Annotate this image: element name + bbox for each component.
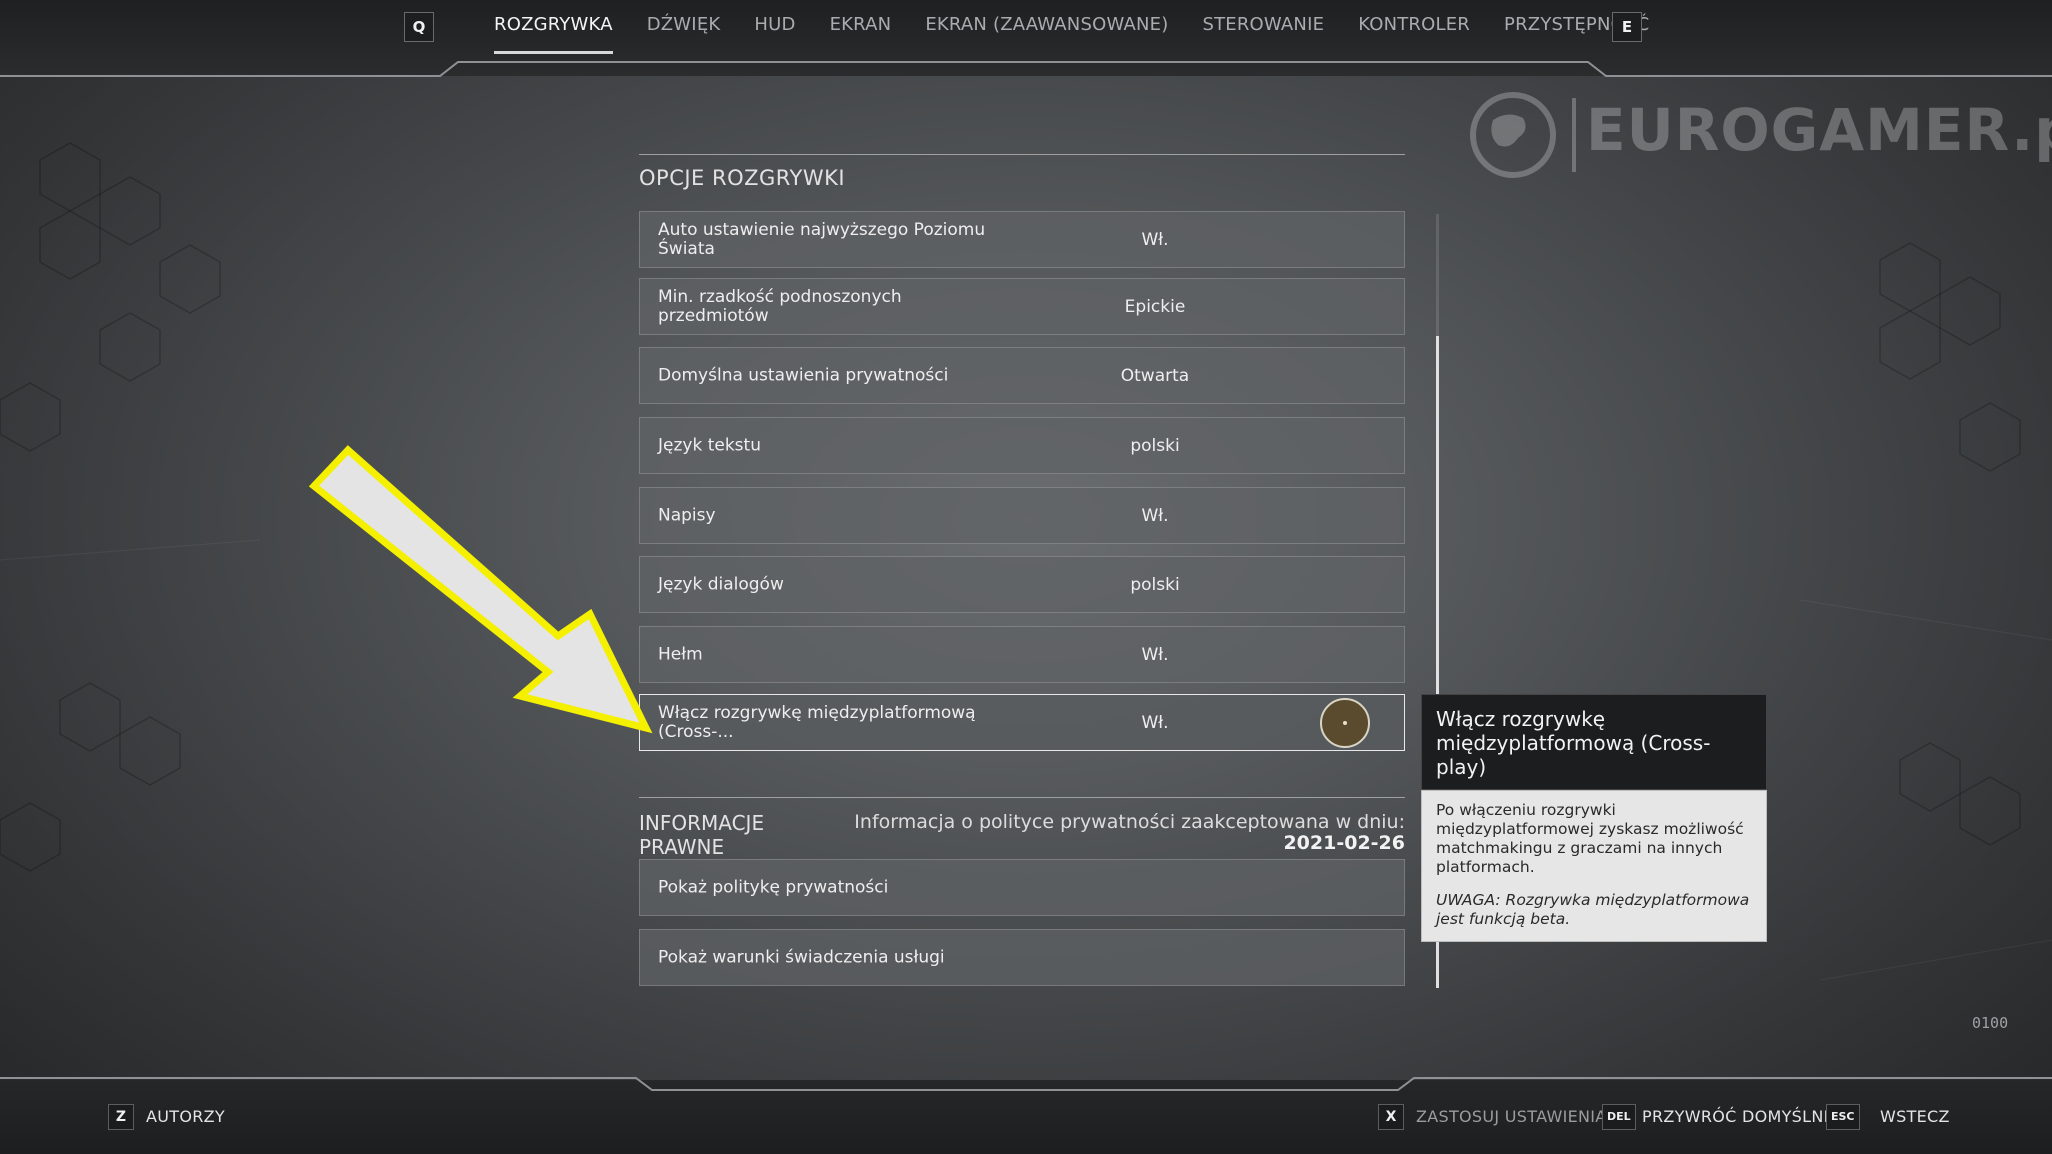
option-value: Wł. (1141, 229, 1169, 250)
highlight-arrow-icon (308, 445, 653, 734)
settings-tabs: ROZGRYWKA DŹWIĘK HUD EKRAN EKRAN (ZAAWAN… (494, 14, 1649, 54)
section-divider (639, 154, 1405, 155)
back-key[interactable]: ESC (1826, 1104, 1860, 1130)
back-button[interactable]: WSTECZ (1880, 1107, 1950, 1126)
credits-key[interactable]: Z (108, 1104, 134, 1130)
option-value: polski (1130, 435, 1180, 456)
tooltip-warning: UWAGA: Rozgrywka międzyplatformowa jest … (1436, 891, 1750, 928)
option-min-loot-rarity[interactable]: Min. rzadkość podnoszonych przedmiotów E… (639, 278, 1405, 335)
option-default-privacy[interactable]: Domyślna ustawienia prywatności Otwarta (639, 347, 1405, 404)
option-text-language[interactable]: Język tekstu polski (639, 417, 1405, 474)
next-tab-key[interactable]: E (1612, 12, 1642, 42)
tab-gameplay[interactable]: ROZGRYWKA (494, 14, 613, 54)
option-label: Język dialogów (658, 574, 784, 594)
tab-sound[interactable]: DŹWIĘK (647, 14, 721, 54)
apply-settings-button[interactable]: ZASTOSUJ USTAWIENIA (1416, 1107, 1607, 1126)
privacy-accepted-date: 2021-02-26 (1283, 832, 1405, 854)
option-value: Otwarta (1120, 365, 1190, 386)
corner-code: 0100 (1972, 1014, 2009, 1032)
option-label: Domyślna ustawienia prywatności (658, 365, 949, 385)
option-value: Wł. (1141, 505, 1169, 526)
option-label: Napisy (658, 505, 716, 525)
option-helmet[interactable]: Hełm Wł. (639, 626, 1405, 683)
show-privacy-policy-button[interactable]: Pokaż politykę prywatności (639, 859, 1405, 916)
option-label: Włącz rozgrywkę międzyplatformową (Cross… (658, 702, 976, 742)
tooltip-description: Po włączeniu rozgrywki międzyplatformowe… (1436, 801, 1744, 876)
tab-display[interactable]: EKRAN (830, 14, 892, 54)
option-subtitles[interactable]: Napisy Wł. (639, 487, 1405, 544)
tab-hud[interactable]: HUD (754, 14, 795, 54)
credits-button[interactable]: AUTORZY (146, 1107, 225, 1126)
tooltip-title: Włącz rozgrywkę międzyplatformową (Cross… (1421, 694, 1767, 790)
tooltip-body: Po włączeniu rozgrywki międzyplatformowe… (1421, 790, 1767, 942)
legal-divider (639, 797, 1405, 798)
option-label: Hełm (658, 644, 703, 664)
show-terms-of-service-button[interactable]: Pokaż warunki świadczenia usługi (639, 929, 1405, 986)
option-dialogue-language[interactable]: Język dialogów polski (639, 556, 1405, 613)
privacy-accepted-info: Informacja o polityce prywatności zaakce… (854, 811, 1405, 833)
tab-controller[interactable]: KONTROLER (1358, 14, 1470, 54)
option-auto-world-tier[interactable]: Auto ustawienie najwyższego Poziomu Świa… (639, 211, 1405, 268)
tab-display-advanced[interactable]: EKRAN (ZAAWANSOWANE) (925, 14, 1168, 54)
link-label: Pokaż warunki świadczenia usługi (658, 947, 945, 967)
link-label: Pokaż politykę prywatności (658, 877, 889, 897)
option-value: polski (1130, 574, 1180, 595)
tab-controls[interactable]: STEROWANIE (1202, 14, 1324, 54)
bottom-frame-line (0, 1077, 2052, 1091)
cursor-indicator-icon (1320, 698, 1370, 748)
option-crossplay[interactable]: Włącz rozgrywkę międzyplatformową (Cross… (639, 694, 1405, 751)
option-label: Min. rzadkość podnoszonych przedmiotów (658, 286, 902, 326)
legal-section-title: INFORMACJE PRAWNE (639, 811, 765, 859)
eurogamer-watermark: EUROGAMER.pl (1468, 90, 2052, 180)
apply-key[interactable]: X (1378, 1104, 1404, 1130)
globe-logo-icon (1470, 92, 1556, 178)
option-value: Wł. (1141, 712, 1169, 733)
option-label: Język tekstu (658, 435, 761, 455)
option-tooltip: Włącz rozgrywkę międzyplatformową (Cross… (1421, 694, 1767, 942)
reset-key[interactable]: DEL (1602, 1104, 1636, 1130)
prev-tab-key[interactable]: Q (404, 12, 434, 42)
option-label: Auto ustawienie najwyższego Poziomu Świa… (658, 219, 986, 259)
option-value: Epickie (1124, 296, 1186, 317)
section-title: OPCJE ROZGRYWKI (639, 166, 846, 190)
restore-defaults-button[interactable]: PRZYWRÓĆ DOMYŚLNE (1642, 1107, 1834, 1126)
option-value: Wł. (1141, 644, 1169, 665)
watermark-text: EUROGAMER.pl (1586, 96, 2052, 164)
